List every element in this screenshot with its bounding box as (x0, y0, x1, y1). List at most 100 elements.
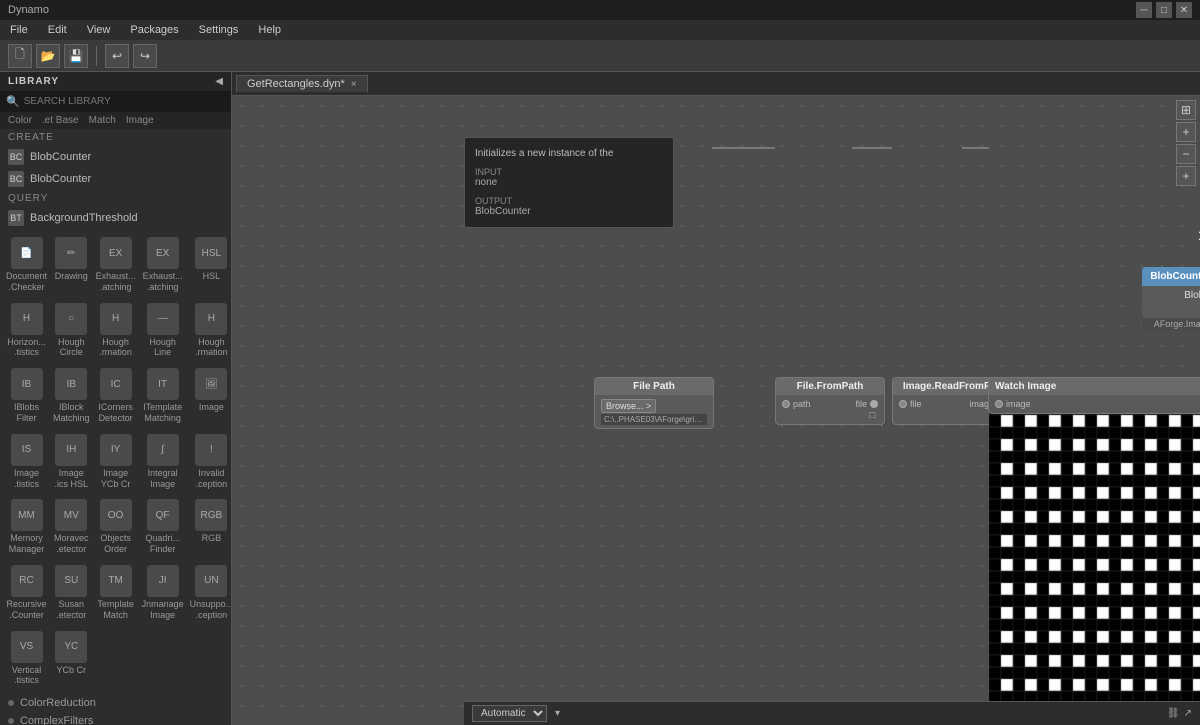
tab-color[interactable]: Color (4, 114, 36, 127)
icon-cell-hsl[interactable]: HSL HSL (188, 233, 231, 297)
node-watch-image-ports: image (995, 398, 1200, 410)
minimize-button[interactable]: ─ (1136, 2, 1152, 18)
menu-edit[interactable]: Edit (44, 24, 71, 36)
bottom-left: Automatic ▾ (472, 705, 560, 722)
lib-item-icon-2: BC (8, 171, 24, 187)
execution-dropdown[interactable]: Automatic (472, 705, 547, 722)
icon-cell-exhaust-1[interactable]: EX Exhaust....atching (94, 233, 138, 297)
link-icon: ⛓ (1167, 708, 1180, 719)
icon-cell-invalid[interactable]: ! Invalid.ception (188, 430, 231, 494)
menu-view[interactable]: View (83, 24, 115, 36)
tooltip-input-value: none (475, 177, 663, 188)
sidebar-title: Library (8, 76, 59, 87)
search-input[interactable] (24, 96, 225, 107)
icon-cell-quadri[interactable]: QF Quadri...Finder (140, 495, 186, 559)
category-complex-filters[interactable]: ComplexFilters (0, 712, 231, 725)
icon-cell-ycbcr[interactable]: YC YCb Cr (51, 627, 92, 691)
node-blob-footer: AForge.Imaging.BlobCounter (1142, 318, 1200, 330)
watch-image-title-text: Watch Image (995, 381, 1056, 392)
icon-cell-image-ycbcr[interactable]: IY ImageYCb Cr (94, 430, 138, 494)
close-button[interactable]: ✕ (1176, 2, 1192, 18)
tooltip-output-section: OUTPUT BlobCounter (475, 196, 663, 217)
canvas-tab[interactable]: GetRectangles.dyn* × (236, 75, 368, 92)
zoom-fit-button[interactable]: ⊞ (1176, 100, 1196, 120)
node-blob-counter[interactable]: BlobCounter.BlobCounter BlobCounter AFor… (1142, 267, 1200, 330)
tab-jet-base[interactable]: .et Base (38, 114, 83, 127)
icon-cell-rgb[interactable]: RGB RGB (188, 495, 231, 559)
icon-cell-template[interactable]: TM TemplateMatch (94, 561, 138, 625)
node-file-path[interactable]: File Path Browse... > C:\..PHASE03\AForg… (594, 377, 714, 429)
port-dot-path-in (782, 400, 790, 408)
port-dot-watch-in (995, 400, 1003, 408)
icon-cell-vertical[interactable]: VS Vertical.tistics (4, 627, 49, 691)
icon-cell-drawing[interactable]: ✏ Drawing (51, 233, 92, 297)
icon-cell-image[interactable]: 🖼 Image (188, 364, 231, 428)
section-query[interactable]: QUERY (0, 190, 231, 207)
icon-hsl: HSL (195, 237, 227, 269)
undo-button[interactable]: ↩ (105, 44, 129, 68)
menu-file[interactable]: File (6, 24, 32, 36)
icon-template: TM (100, 565, 132, 597)
icon-cell-iblobs[interactable]: IB IBlobsFilter (4, 364, 49, 428)
zoom-out-button[interactable]: − (1176, 144, 1196, 164)
icon-cell-objects[interactable]: OO ObjectsOrder (94, 495, 138, 559)
tab-match[interactable]: Match (85, 114, 120, 127)
port-label-path: path (793, 399, 811, 409)
zoom-in-button[interactable]: + (1176, 122, 1196, 142)
node-blob-body: BlobCounter (1142, 286, 1200, 318)
tab-image[interactable]: Image (122, 114, 158, 127)
maximize-button[interactable]: □ (1156, 2, 1172, 18)
icon-cell-exhaust-2[interactable]: EX Exhaust....atching (140, 233, 186, 297)
category-color-reduction[interactable]: ColorReduction (0, 694, 231, 712)
icon-cell-hough-circle[interactable]: ○ HoughCircle (51, 299, 92, 363)
icon-cell-memory[interactable]: MM MemoryManager (4, 495, 49, 559)
icon-image-hsl: IH (55, 434, 87, 466)
save-button[interactable]: 💾 (64, 44, 88, 68)
menu-help[interactable]: Help (254, 24, 285, 36)
icon-cell-horiztistics[interactable]: H Horizon....tistics (4, 299, 49, 363)
icon-hough-rmation2: H (195, 303, 227, 335)
node-watch-image[interactable]: Watch Image image image (988, 377, 1200, 414)
app-title: Dynamo (8, 4, 49, 16)
new-button[interactable]: 🗋 (8, 44, 32, 68)
zoom-custom-button[interactable]: + (1176, 166, 1196, 186)
icon-cell-doc-checker[interactable]: 📄 Document.Checker (4, 233, 49, 297)
icon-cell-recursive[interactable]: RC Recursive.Counter (4, 561, 49, 625)
sidebar-toggle[interactable]: ◀ (215, 76, 223, 87)
browse-button[interactable]: Browse... > (601, 399, 656, 413)
icon-memory: MM (11, 499, 43, 531)
icon-jnmanage: JI (147, 565, 179, 597)
menu-packages[interactable]: Packages (126, 24, 182, 36)
window-controls[interactable]: ─ □ ✕ (1136, 2, 1192, 18)
icon-cell-susan[interactable]: SU Susan.etector (51, 561, 92, 625)
icon-cell-hough-rmation[interactable]: H Hough.rmation (94, 299, 138, 363)
icon-cell-jnmanage[interactable]: JI JnmanageImage (140, 561, 186, 625)
icon-cell-image-hsl[interactable]: IH Image.ics HSL (51, 430, 92, 494)
icon-cell-hough-rmation2[interactable]: H Hough.rmation (188, 299, 231, 363)
lib-item-blobcounter-2[interactable]: BC BlobCounter (0, 168, 231, 190)
node-file-from-path[interactable]: File.FromPath path file ☐ (775, 377, 885, 425)
icon-doc-checker: 📄 (11, 237, 43, 269)
sidebar-header: Library ◀ (0, 72, 231, 91)
icon-integral: ∫ (147, 434, 179, 466)
icon-cell-moravec[interactable]: MV Moravec.etector (51, 495, 92, 559)
open-button[interactable]: 📂 (36, 44, 60, 68)
icon-cell-hough-line[interactable]: — HoughLine (140, 299, 186, 363)
icon-cell-image-tistics[interactable]: IS Image.tistics (4, 430, 49, 494)
redo-button[interactable]: ↪ (133, 44, 157, 68)
icon-cell-itemplate[interactable]: IT ITemplateMatching (140, 364, 186, 428)
node-file-from-path-title: File.FromPath (776, 378, 884, 395)
icon-cell-integral[interactable]: ∫ IntegralImage (140, 430, 186, 494)
icon-cell-icorners[interactable]: IC ICornersDetector (94, 364, 138, 428)
canvas-tab-close-button[interactable]: × (351, 79, 357, 90)
icon-rgb: RGB (195, 499, 227, 531)
icon-susan: SU (55, 565, 87, 597)
lib-item-bg-threshold[interactable]: BT BackgroundThreshold (0, 207, 231, 229)
port-label-file-in: file (910, 399, 922, 409)
icon-cell-unsuppo[interactable]: UN Unsuppo....ception (188, 561, 231, 625)
lib-item-blobcounter-1[interactable]: BC BlobCounter (0, 146, 231, 168)
search-bar[interactable]: 🔍 (0, 91, 231, 112)
menu-settings[interactable]: Settings (195, 24, 243, 36)
icon-cell-iblock[interactable]: IB IBlockMatching (51, 364, 92, 428)
section-create[interactable]: CREATE (0, 129, 231, 146)
